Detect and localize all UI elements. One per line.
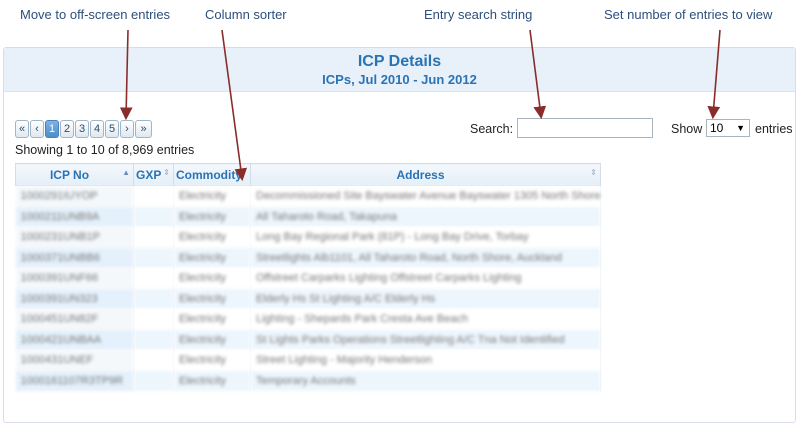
- cell-commodity: Electricity: [173, 370, 251, 391]
- cell-address: Long Bay Regional Park (81P) - Long Bay …: [250, 227, 601, 248]
- callout-move-offscreen: Move to off-screen entries: [20, 7, 171, 22]
- previous-page-button[interactable]: ‹: [30, 120, 44, 138]
- cell-address: All Taharoto Road, Takapuna: [250, 206, 601, 227]
- page-button-3[interactable]: 3: [75, 120, 89, 138]
- column-header-label: Address: [396, 167, 445, 182]
- icp-table: ICP No ▲ GXP ⇕ Commodity ⇕ Address ⇕ 100…: [15, 163, 601, 391]
- table-row: 1000291IUYOP Electricity Decommissioned Si…: [15, 185, 601, 207]
- pagination: « ‹ 1 2 3 4 5 › »: [15, 120, 152, 138]
- table-row: 1000421UNBAA Electricity St Lights Parks O…: [15, 329, 601, 350]
- cell-address: Temporary Accounts: [250, 370, 601, 391]
- panel-subtitle: ICPs, Jul 2010 - Jun 2012: [322, 72, 477, 87]
- page-button-2[interactable]: 2: [60, 120, 74, 138]
- cell-gxp: [133, 370, 174, 391]
- sort-both-icon[interactable]: ⇕: [240, 168, 247, 177]
- table-body: 1000291IUYOP Electricity Decommissioned Si…: [15, 185, 601, 391]
- cell-commodity: Electricity: [173, 288, 251, 309]
- table-row: 1000161107R3TP9R Electricity Temporary Acc…: [15, 370, 601, 391]
- table-row: 1000391UNF66 Electricity Offstreet Carpark…: [15, 268, 601, 289]
- column-header-gxp[interactable]: GXP ⇕: [133, 163, 174, 186]
- panel-header: ICP Details ICPs, Jul 2010 - Jun 2012: [4, 48, 795, 92]
- cell-commodity: Electricity: [173, 329, 251, 350]
- page-button-4[interactable]: 4: [90, 120, 104, 138]
- show-label: Show: [671, 122, 703, 136]
- table-row: 1000371UNBB6 Electricity Streetlights Alb1…: [15, 247, 601, 268]
- cell-gxp: [133, 185, 174, 207]
- column-header-commodity[interactable]: Commodity ⇕: [173, 163, 251, 186]
- cell-commodity: Electricity: [173, 227, 251, 248]
- first-page-button[interactable]: «: [15, 120, 29, 138]
- cell-icp-no: 1000451UN82F: [15, 309, 134, 330]
- page-button-1[interactable]: 1: [45, 120, 59, 138]
- cell-commodity: Electricity: [173, 350, 251, 371]
- page-button-5[interactable]: 5: [105, 120, 119, 138]
- cell-commodity: Electricity: [173, 206, 251, 227]
- sort-ascending-icon[interactable]: ▲: [122, 168, 130, 177]
- cell-gxp: [133, 288, 174, 309]
- column-header-address[interactable]: Address ⇕: [250, 163, 601, 186]
- callout-set-entries: Set number of entries to view: [604, 7, 773, 22]
- cell-address: Streetlights Alb1101, All Taharoto Road,…: [250, 247, 601, 268]
- column-header-label: GXP: [136, 167, 162, 182]
- panel-title: ICP Details: [357, 53, 442, 70]
- cell-icp-no: 1000291IUYOP: [15, 185, 134, 207]
- table-row: 1000391UN323 Electricity Elderly Hs St Lig…: [15, 288, 601, 309]
- cell-address: Street Lighting - Majority Henderson: [250, 350, 601, 371]
- callout-column-sorter: Column sorter: [205, 7, 287, 22]
- next-page-button[interactable]: ›: [120, 120, 134, 138]
- table-row: 1000211UNB9A Electricity All Taharoto Road…: [15, 206, 601, 227]
- chevron-down-icon: ▼: [736, 123, 745, 133]
- cell-icp-no: 1000431UNEF: [15, 350, 134, 371]
- cell-icp-no: 1000391UN323: [15, 288, 134, 309]
- table-row: 1000431UNEF Electricity Street Lighting - …: [15, 350, 601, 371]
- cell-commodity: Electricity: [173, 247, 251, 268]
- cell-gxp: [133, 247, 174, 268]
- search-input[interactable]: [517, 118, 653, 138]
- cell-commodity: Electricity: [173, 185, 251, 207]
- cell-icp-no: 1000421UNBAA: [15, 329, 134, 350]
- cell-icp-no: 1000211UNB9A: [15, 206, 134, 227]
- cell-icp-no: 1000161107R3TP9R: [15, 370, 134, 391]
- last-page-button[interactable]: »: [135, 120, 152, 138]
- callout-search-string: Entry search string: [424, 7, 533, 22]
- cell-gxp: [133, 206, 174, 227]
- entries-per-page-value: 10: [710, 121, 724, 135]
- column-header-label: ICP No: [49, 167, 90, 182]
- cell-address: Offstreet Carparks Lighting Offstreet Ca…: [250, 268, 601, 289]
- column-header-label: Commodity: [176, 167, 242, 182]
- cell-address: St Lights Parks Operations Streetlightin…: [250, 329, 601, 350]
- cell-icp-no: 1000231UNB1P: [15, 227, 134, 248]
- icp-table-wrap: ICP No ▲ GXP ⇕ Commodity ⇕ Address ⇕ 100…: [15, 163, 601, 391]
- table-row: 1000231UNB1P Electricity Long Bay Regional…: [15, 227, 601, 248]
- cell-gxp: [133, 329, 174, 350]
- cell-commodity: Electricity: [173, 309, 251, 330]
- cell-gxp: [133, 309, 174, 330]
- cell-address: Elderly Hs St Lighting A/C Elderly Hs: [250, 288, 601, 309]
- cell-gxp: [133, 227, 174, 248]
- cell-gxp: [133, 350, 174, 371]
- column-header-icp-no[interactable]: ICP No ▲: [15, 163, 134, 186]
- cell-address: Lighting - Shepards Park Cresta Ave Beac…: [250, 309, 601, 330]
- icp-details-panel: ICP Details ICPs, Jul 2010 - Jun 2012 « …: [3, 47, 796, 423]
- entries-per-page-select[interactable]: 10 ▼: [706, 119, 750, 137]
- cell-icp-no: 1000371UNBB6: [15, 247, 134, 268]
- search-label: Search:: [470, 122, 514, 136]
- cell-address: Decommissioned Site Bayswater Avenue Bay…: [250, 185, 601, 207]
- sort-both-icon[interactable]: ⇕: [590, 168, 597, 177]
- cell-gxp: [133, 268, 174, 289]
- sort-both-icon[interactable]: ⇕: [163, 168, 170, 177]
- entries-info: Showing 1 to 10 of 8,969 entries: [15, 143, 195, 157]
- table-header-row: ICP No ▲ GXP ⇕ Commodity ⇕ Address ⇕: [15, 163, 601, 186]
- table-row: 1000451UN82F Electricity Lighting - Shepar…: [15, 309, 601, 330]
- cell-commodity: Electricity: [173, 268, 251, 289]
- cell-icp-no: 1000391UNF66: [15, 268, 134, 289]
- entries-label: entries: [755, 122, 793, 136]
